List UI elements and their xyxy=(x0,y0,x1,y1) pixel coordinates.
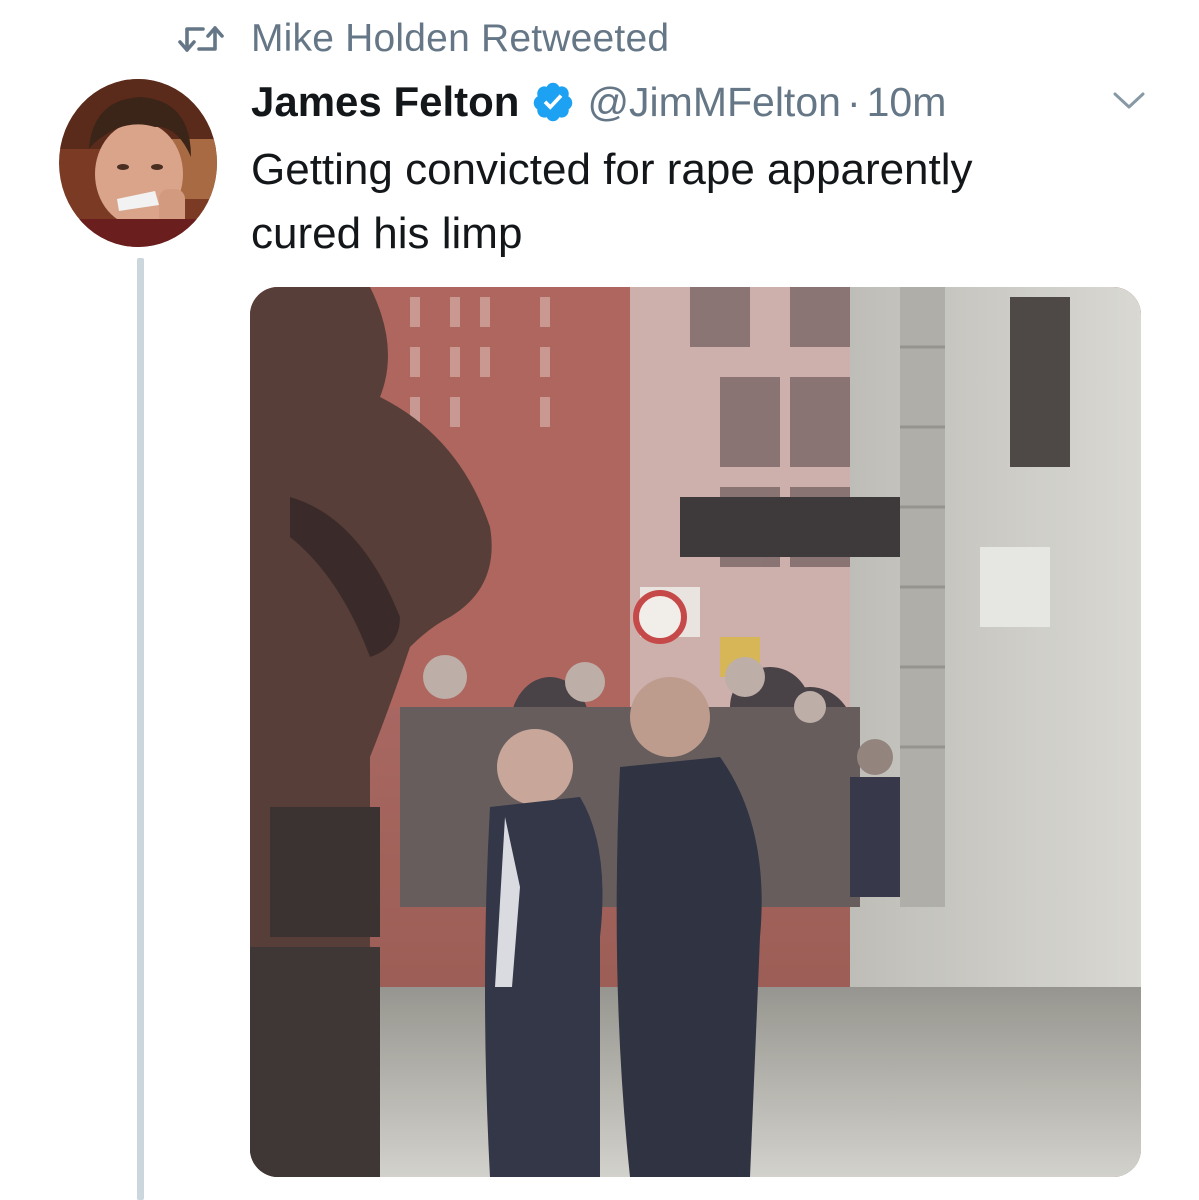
author-display-name[interactable]: James Felton xyxy=(251,78,519,126)
retweet-icon xyxy=(177,22,225,56)
tweet-timestamp[interactable]: 10m xyxy=(867,79,947,126)
avatar[interactable] xyxy=(59,79,217,247)
thread-line xyxy=(137,258,144,1200)
retweeted-by-label[interactable]: Mike Holden Retweeted xyxy=(251,17,669,61)
tweet-text-line-2: cured his limp xyxy=(251,209,523,258)
tweet-media-video[interactable] xyxy=(250,287,1141,1177)
tweet-text: Getting convicted for rape apparently cu… xyxy=(251,138,1151,266)
author-handle[interactable]: @JimMFelton xyxy=(587,79,841,126)
street-scene-photo xyxy=(250,287,1141,1177)
tweet-header: James Felton @JimMFelton · 10m xyxy=(251,74,946,130)
tweet-text-line-1: Getting convicted for rape apparently xyxy=(251,145,973,194)
retweet-context[interactable]: Mike Holden Retweeted xyxy=(177,14,669,64)
chevron-down-icon[interactable] xyxy=(1112,90,1146,112)
separator-dot: · xyxy=(846,78,861,125)
verified-badge-icon xyxy=(531,80,575,124)
